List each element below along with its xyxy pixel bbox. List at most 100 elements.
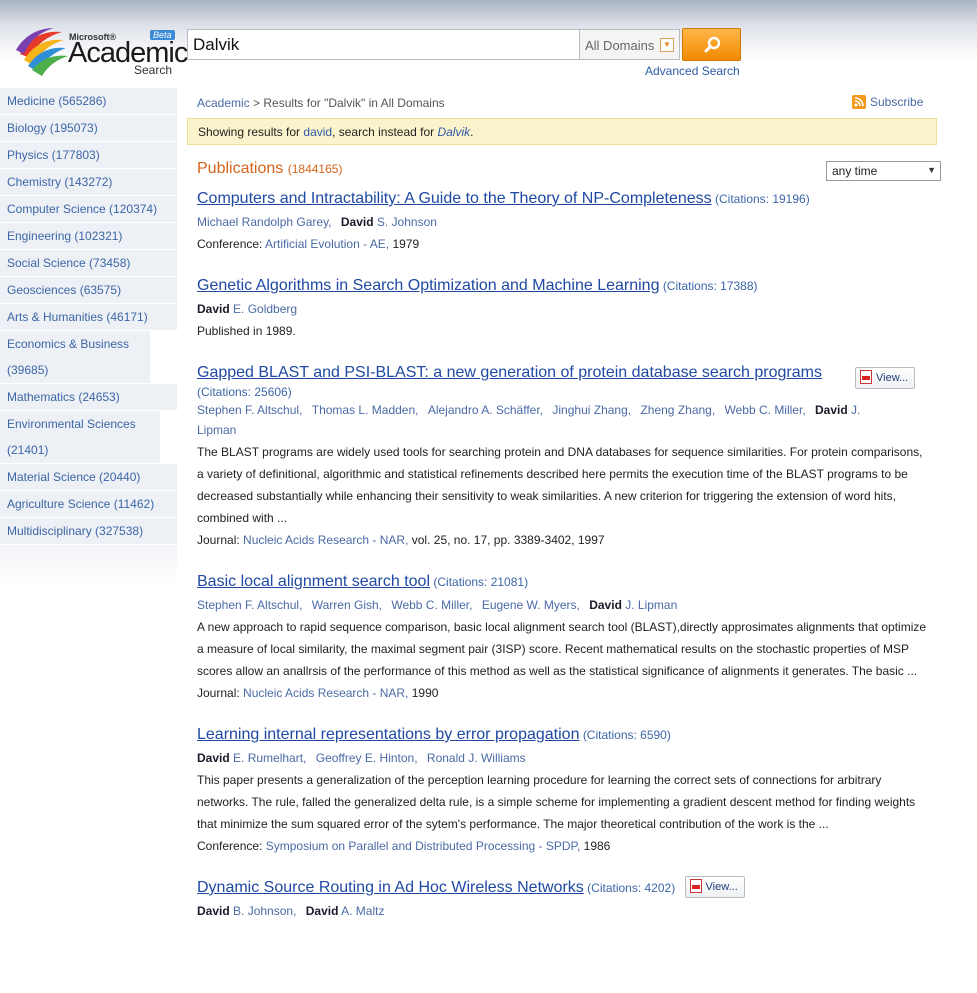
result-title-link[interactable]: Computers and Intractability: A Guide to…	[197, 190, 712, 207]
author-link[interactable]: Jinghui Zhang,	[552, 403, 631, 417]
venue-link[interactable]: Nucleic Acids Research - NAR,	[243, 686, 408, 700]
academic-search-logo[interactable]: Microsoft® Beta Academic Search	[14, 24, 188, 80]
author-link[interactable]: Stephen F. Altschul,	[197, 598, 302, 612]
domain-select[interactable]: All Domains ▼	[580, 29, 680, 60]
sidebar-item-social-science[interactable]: Social Science (73458)	[0, 250, 177, 277]
author-separator	[332, 215, 335, 229]
original-query-link[interactable]: Dalvik	[437, 125, 470, 139]
sidebar-item-mathematics[interactable]: Mathematics (24653)	[0, 384, 177, 411]
sidebar-item-medicine[interactable]: Medicine (565286)	[0, 88, 177, 115]
author-highlight: David	[197, 904, 230, 918]
venue-link[interactable]: Artificial Evolution - AE,	[265, 237, 389, 251]
author-separator	[418, 403, 421, 417]
author-highlight: David	[197, 751, 230, 765]
sidebar-item-chemistry[interactable]: Chemistry (143272)	[0, 169, 177, 196]
result-title-link[interactable]: Learning internal representations by err…	[197, 726, 579, 743]
result-venue: Journal: Nucleic Acids Research - NAR, 1…	[197, 682, 927, 704]
venue-details: 1990	[408, 686, 439, 700]
time-filter-select[interactable]: any time ▼	[826, 161, 941, 181]
advanced-search-link[interactable]: Advanced Search	[645, 64, 740, 78]
author-highlight: David	[340, 215, 374, 229]
sidebar-item-engineering[interactable]: Engineering (102321)	[0, 223, 177, 250]
author-link[interactable]: Ronald J. Williams	[427, 751, 526, 765]
author-link[interactable]: David E. Rumelhart,	[197, 751, 306, 765]
result-item: Computers and Intractability: A Guide to…	[197, 187, 927, 255]
results-list: Computers and Intractability: A Guide to…	[197, 187, 927, 941]
suggested-query-link[interactable]: david	[303, 125, 332, 139]
author-link[interactable]: Zheng Zhang,	[640, 403, 715, 417]
rss-icon	[852, 95, 866, 109]
result-citations[interactable]: (Citations: 17388)	[663, 279, 758, 293]
result-authors: David E. Goldberg	[197, 298, 927, 320]
result-item: Gapped BLAST and PSI-BLAST: a new genera…	[197, 361, 927, 551]
result-item: Learning internal representations by err…	[197, 723, 927, 857]
venue-link[interactable]: Nucleic Acids Research - NAR,	[243, 533, 408, 547]
sidebar-item-agriculture-science[interactable]: Agriculture Science (11462)	[0, 491, 177, 518]
sidebar-item-geosciences[interactable]: Geosciences (63575)	[0, 277, 177, 304]
sidebar-item-environmental-sciences[interactable]: Environmental Sciences (21401)	[0, 411, 160, 464]
author-separator	[302, 598, 305, 612]
author-link[interactable]: David J.	[815, 403, 860, 417]
author-link[interactable]: Alejandro A. Schäffer,	[428, 403, 543, 417]
search-icon	[704, 36, 721, 53]
author-link[interactable]: David E. Goldberg	[197, 302, 297, 316]
search-button[interactable]	[682, 28, 741, 61]
author-link[interactable]: Warren Gish,	[312, 598, 382, 612]
sidebar-item-economics-business[interactable]: Economics & Business (39685)	[0, 331, 150, 384]
author-link[interactable]: Thomas L. Madden,	[312, 403, 419, 417]
author-link[interactable]: Stephen F. Altschul,	[197, 403, 302, 417]
sidebar-item-material-science[interactable]: Material Science (20440)	[0, 464, 177, 491]
breadcrumb: Academic > Results for "Dalvik" in All D…	[197, 96, 445, 110]
result-title-link[interactable]: Genetic Algorithms in Search Optimizatio…	[197, 277, 659, 294]
result-citations[interactable]: (Citations: 4202)	[587, 881, 675, 895]
sidebar-item-computer-science[interactable]: Computer Science (120374)	[0, 196, 177, 223]
result-citations[interactable]: (Citations: 25606)	[197, 385, 292, 399]
result-citations[interactable]: (Citations: 21081)	[433, 575, 528, 589]
author-separator	[472, 598, 475, 612]
author-separator	[580, 598, 583, 612]
result-citations[interactable]: (Citations: 19196)	[715, 192, 810, 206]
original-query-text: Dalvik	[437, 125, 471, 139]
result-title-link[interactable]: Dynamic Source Routing in Ad Hoc Wireles…	[197, 879, 584, 896]
author-separator	[296, 904, 299, 918]
author-link[interactable]: Webb C. Miller,	[391, 598, 472, 612]
author-link[interactable]: David A. Maltz	[306, 904, 385, 918]
result-title-link[interactable]: Basic local alignment search tool	[197, 573, 430, 590]
author-link[interactable]: Eugene W. Myers,	[482, 598, 580, 612]
author-link[interactable]: Webb C. Miller,	[725, 403, 806, 417]
venue-details: 1986	[580, 839, 611, 853]
result-citations[interactable]: (Citations: 6590)	[583, 728, 671, 742]
view-pdf-button[interactable]: View...	[684, 876, 745, 898]
sidebar-item-physics[interactable]: Physics (177803)	[0, 142, 177, 169]
publications-count: (1844165)	[287, 162, 343, 176]
author-link[interactable]: David S. Johnson	[341, 215, 437, 229]
breadcrumb-separator: >	[253, 96, 261, 110]
search-input[interactable]: Dalvik	[187, 29, 580, 60]
author-link[interactable]: Michael Randolph Garey,	[197, 215, 332, 229]
chevron-down-icon: ▼	[660, 38, 674, 52]
venue-type: Conference:	[197, 839, 266, 853]
author-separator	[715, 403, 718, 417]
author-link[interactable]: Geoffrey E. Hinton,	[316, 751, 418, 765]
domain-sidebar: Medicine (565286) Biology (195073) Physi…	[0, 88, 177, 585]
notice-prefix: Showing results for	[198, 125, 304, 139]
result-authors: David E. Rumelhart, Geoffrey E. Hinton, …	[197, 747, 927, 769]
result-authors-continued[interactable]: Lipman	[197, 419, 927, 441]
result-item: Basic local alignment search tool (Citat…	[197, 570, 927, 704]
venue-link[interactable]: Symposium on Parallel and Distributed Pr…	[266, 839, 581, 853]
author-link[interactable]: David B. Johnson,	[197, 904, 296, 918]
breadcrumb-academic-link[interactable]: Academic	[197, 96, 250, 110]
result-abstract: The BLAST programs are widely used tools…	[197, 445, 923, 525]
author-link[interactable]: David J. Lipman	[589, 598, 677, 612]
subscribe-label: Subscribe	[870, 95, 924, 109]
sidebar-item-multidisciplinary[interactable]: Multidisciplinary (327538)	[0, 518, 177, 545]
result-title-link[interactable]: Gapped BLAST and PSI-BLAST: a new genera…	[197, 364, 822, 381]
sidebar-item-biology[interactable]: Biology (195073)	[0, 115, 177, 142]
view-pdf-button[interactable]: View...	[855, 367, 916, 389]
author-separator	[543, 403, 546, 417]
subscribe-link[interactable]: Subscribe	[852, 95, 923, 109]
venue-type: Journal:	[197, 533, 244, 547]
result-venue: Conference: Symposium on Parallel and Di…	[197, 835, 927, 857]
logo-search-text: Search	[134, 63, 173, 77]
sidebar-item-arts-humanities[interactable]: Arts & Humanities (46171)	[0, 304, 177, 331]
